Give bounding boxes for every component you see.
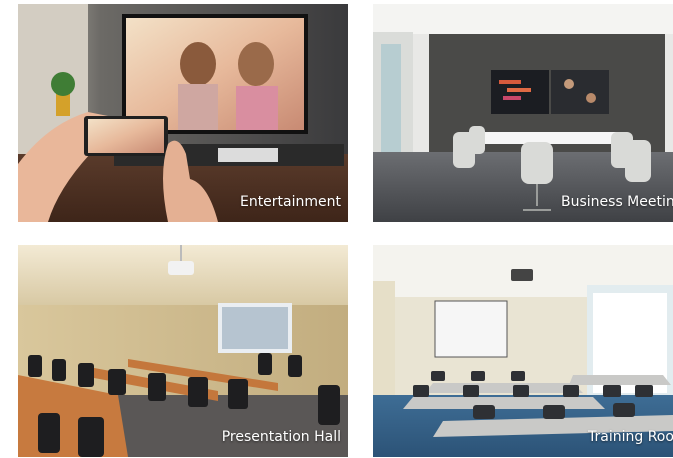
presentation-hall-caption: Presentation Hall [221, 429, 341, 445]
entertainment-photo [18, 4, 348, 222]
business-meeting-photo [373, 4, 673, 222]
training-room-tile[interactable]: Training Room [373, 245, 673, 457]
presentation-hall-tile[interactable]: Presentation Hall [18, 245, 348, 457]
training-room-caption: Training Room [588, 429, 673, 445]
business-meeting-caption: Business Meeting [561, 194, 673, 210]
business-meeting-tile[interactable]: Business Meeting [373, 4, 673, 222]
scenario-gallery: Entertainment Business Meeting Presentat… [0, 0, 673, 458]
entertainment-caption: Entertainment [239, 194, 341, 210]
entertainment-tile[interactable]: Entertainment [18, 4, 348, 222]
presentation-hall-photo [18, 245, 348, 457]
training-room-photo [373, 245, 673, 457]
